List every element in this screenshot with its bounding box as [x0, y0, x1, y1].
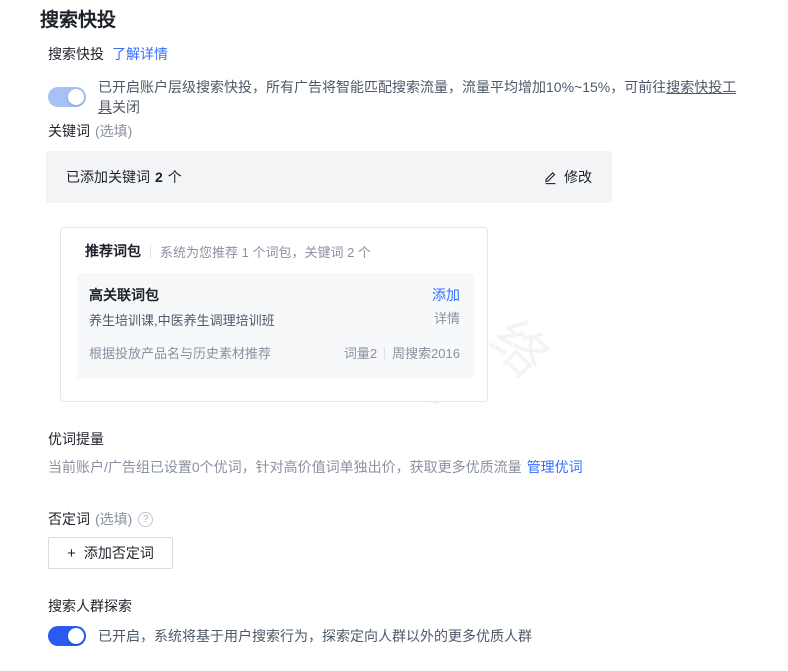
pack-stats: 词量2 周搜索2016 [344, 343, 460, 362]
add-negative-words-label: 添加否定词 [83, 545, 154, 561]
vertical-divider [150, 244, 151, 258]
add-negative-words-button[interactable]: + 添加否定词 [48, 537, 173, 569]
keywords-optional-tag: (选填) [95, 123, 133, 139]
pack-word-count: 词量2 [343, 346, 378, 361]
negative-words-label: 否定词 [48, 511, 90, 527]
pack-card-title: 推荐词包 [85, 243, 141, 259]
pack-keywords: 养生培训课,中医养生调理培训班 [89, 313, 275, 328]
quick-delivery-desc-text: 已开启账户层级搜索快投，所有广告将智能匹配搜索流量，流量平均增加10%~15%，… [98, 79, 667, 95]
toggle-knob [68, 628, 84, 644]
keywords-added-text: 已添加关键词 2 个 [66, 167, 182, 187]
page-title: 搜索快投 [40, 10, 117, 31]
vertical-divider [384, 346, 386, 359]
recommended-pack-card: 推荐词包 系统为您推荐 1 个词包，关键词 2 个 高关联词包 添加 养生培训课… [60, 227, 488, 402]
quick-delivery-toggle[interactable] [48, 87, 86, 107]
audience-explore-title: 搜索人群探索 [48, 598, 132, 614]
keywords-summary-box: 已添加关键词 2 个 修改 [46, 151, 612, 203]
keywords-added-count: 2 [155, 169, 163, 185]
pack-card-header: 推荐词包 系统为您推荐 1 个词包，关键词 2 个 [85, 241, 487, 261]
question-circle-icon[interactable]: ? [138, 511, 154, 527]
pack-detail-link[interactable]: 详情 [434, 308, 460, 327]
youci-description: 当前账户/广告组已设置0个优词，针对高价值词单独出价，获取更多优质流量 管理优词 [48, 457, 583, 477]
manage-youci-link[interactable]: 管理优词 [527, 459, 583, 475]
search-quick-delivery-panel: 搜索快投 巨 宣 网 络 搜索快投 了解详情 已开启账户层级搜索快投，所有广告将… [0, 0, 788, 671]
pencil-edit-icon [545, 171, 556, 184]
quick-delivery-header: 搜索快投 了解详情 [48, 44, 168, 64]
quick-delivery-toggle-row: 已开启账户层级搜索快投，所有广告将智能匹配搜索流量，流量平均增加10%~15%，… [48, 77, 748, 117]
quick-delivery-desc-suffix: 关闭 [112, 99, 140, 115]
plus-icon: + [67, 544, 76, 562]
pack-item: 高关联词包 添加 养生培训课,中医养生调理培训班 详情 根据投放产品名与历史素材… [77, 273, 474, 379]
keywords-field-label: 关键词 (选填) [48, 121, 132, 141]
quick-delivery-label: 搜索快投 [48, 46, 104, 62]
modify-label: 修改 [564, 169, 592, 185]
pack-item-row-name: 高关联词包 添加 [89, 285, 460, 305]
pack-item-row-stats: 根据投放产品名与历史素材推荐 词量2 周搜索2016 [89, 329, 460, 362]
youci-desc-text: 当前账户/广告组已设置0个优词，针对高价值词单独出价，获取更多优质流量 [48, 459, 522, 475]
pack-card-subtitle: 系统为您推荐 1 个词包，关键词 2 个 [160, 244, 371, 260]
pack-name: 高关联词包 [89, 287, 159, 303]
audience-explore-description: 已开启，系统将基于用户搜索行为，探索定向人群以外的更多优质人群 [98, 628, 532, 644]
negative-words-field-label: 否定词 (选填) ? [48, 509, 154, 529]
youci-section-title: 优词提量 [48, 431, 104, 447]
learn-more-link[interactable]: 了解详情 [112, 44, 168, 64]
audience-explore-toggle-row: 已开启，系统将基于用户搜索行为，探索定向人群以外的更多优质人群 [48, 626, 748, 646]
pack-weekly-search: 周搜索2016 [392, 346, 460, 361]
modify-keywords-button[interactable]: 修改 [543, 167, 592, 187]
keywords-added-prefix: 已添加关键词 [66, 169, 150, 185]
quick-delivery-description: 已开启账户层级搜索快投，所有广告将智能匹配搜索流量，流量平均增加10%~15%，… [98, 77, 748, 117]
watermark-char: 络 [478, 308, 560, 390]
add-pack-link[interactable]: 添加 [432, 285, 460, 305]
keywords-added-suffix: 个 [167, 169, 182, 185]
pack-reason: 根据投放产品名与历史素材推荐 [89, 346, 272, 361]
toggle-knob [68, 89, 84, 105]
audience-explore-toggle[interactable] [48, 626, 86, 646]
keywords-label: 关键词 [48, 123, 90, 139]
negative-words-optional-tag: (选填) [95, 511, 133, 527]
pack-item-row-keywords: 养生培训课,中医养生调理培训班 详情 [89, 305, 460, 329]
